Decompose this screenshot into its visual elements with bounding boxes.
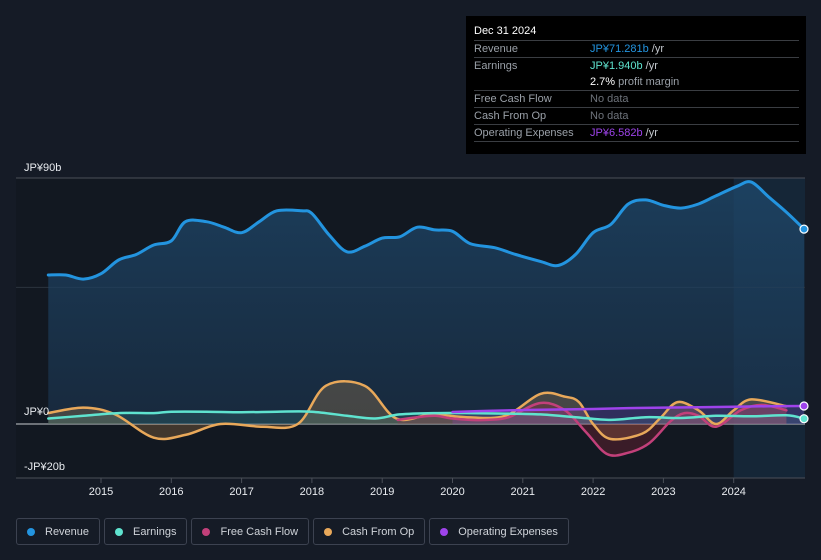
tooltip-value-revenue: JP¥71.281b xyxy=(590,43,649,55)
earnings-dot-icon xyxy=(115,527,124,536)
revenue-dot-icon xyxy=(27,527,35,536)
x-tick-label-2022: 2022 xyxy=(581,486,605,498)
tooltip-date: Dec 31 2024 xyxy=(474,24,799,41)
x-tick-label-2017: 2017 xyxy=(229,486,253,498)
tooltip-label: Revenue xyxy=(474,43,519,55)
tooltip-value-cfo: No data xyxy=(590,110,629,122)
tooltip-label: Free Cash Flow xyxy=(474,93,552,105)
fcf-dot-icon xyxy=(202,527,211,536)
tooltip-label: Earnings xyxy=(474,60,518,72)
tooltip-label: Cash From Op xyxy=(474,110,547,122)
y-label-90b: JP¥90b xyxy=(24,162,61,174)
x-tick-label-2021: 2021 xyxy=(511,486,535,498)
tooltip-row-opex: Operating Expenses JP¥6.582b /yr xyxy=(474,125,799,142)
tooltip-row-revenue: Revenue JP¥71.281b /yr xyxy=(474,41,799,58)
x-tick-label-2020: 2020 xyxy=(440,486,464,498)
legend-item-free-cash-flow[interactable]: Free Cash Flow xyxy=(191,518,310,545)
legend-label: Cash From Op xyxy=(342,525,415,538)
tooltip-label: Operating Expenses xyxy=(474,127,574,139)
tooltip-value-earnings: JP¥1.940b xyxy=(590,60,643,72)
earnings-end-marker xyxy=(799,414,809,424)
revenue-end-marker xyxy=(799,224,809,234)
opex-dot-icon xyxy=(440,527,449,536)
tooltip-row-fcf: Free Cash Flow No data xyxy=(474,91,799,108)
tooltip-label xyxy=(474,74,590,90)
legend-label: Operating Expenses xyxy=(458,525,558,538)
operating-expenses-end-marker xyxy=(799,401,809,411)
tooltip-value-opex: JP¥6.582b xyxy=(590,127,643,139)
tooltip-margin-label: profit margin xyxy=(615,76,680,88)
tooltip-row-earnings: Earnings JP¥1.940b /yr xyxy=(474,58,799,74)
x-tick-label-2024: 2024 xyxy=(721,486,745,498)
y-label-minus-20b: -JP¥20b xyxy=(24,461,65,473)
tooltip-unit: /yr xyxy=(648,43,664,55)
chart-legend: Revenue Earnings Free Cash Flow Cash Fro… xyxy=(16,518,569,545)
x-tick-label-2023: 2023 xyxy=(651,486,675,498)
cfo-dot-icon xyxy=(324,527,333,536)
legend-item-cash-from-op[interactable]: Cash From Op xyxy=(313,518,426,545)
x-tick-label-2015: 2015 xyxy=(89,486,113,498)
x-tick-label-2018: 2018 xyxy=(300,486,324,498)
x-tick-label-2019: 2019 xyxy=(370,486,394,498)
legend-item-operating-expenses[interactable]: Operating Expenses xyxy=(429,518,569,545)
legend-label: Free Cash Flow xyxy=(220,525,299,538)
tooltip-unit: /yr xyxy=(642,127,658,139)
tooltip-row-cfo: Cash From Op No data xyxy=(474,108,799,125)
legend-label: Earnings xyxy=(133,525,177,538)
x-tick-label-2016: 2016 xyxy=(159,486,183,498)
tooltip-value-margin: 2.7% xyxy=(590,76,616,88)
tooltip-unit: /yr xyxy=(642,60,658,72)
tooltip-panel: Dec 31 2024 Revenue JP¥71.281b /yr Earni… xyxy=(466,16,806,154)
tooltip-value-fcf: No data xyxy=(590,93,629,105)
legend-item-revenue[interactable]: Revenue xyxy=(16,518,101,545)
tooltip-row-profit-margin: 2.7% profit margin xyxy=(474,74,799,91)
y-label-0: JP¥0 xyxy=(24,406,49,418)
legend-label: Revenue xyxy=(45,525,90,538)
legend-item-earnings[interactable]: Earnings xyxy=(104,518,188,545)
